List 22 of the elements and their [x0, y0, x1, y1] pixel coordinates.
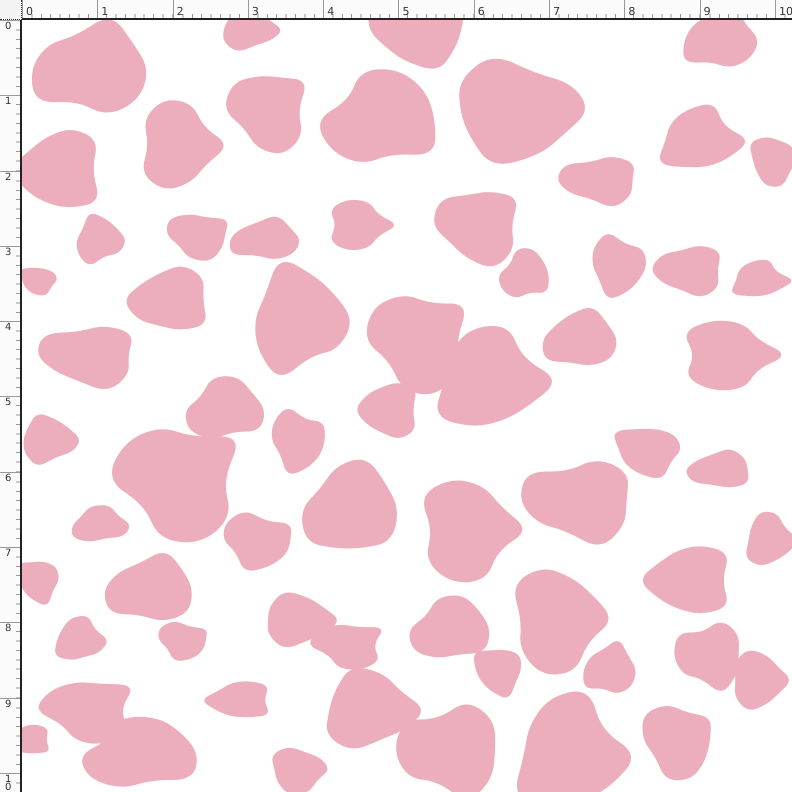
- ruler-label: 10: [4, 774, 12, 792]
- ruler-label: 10: [778, 5, 792, 18]
- ruler-label: 7: [4, 548, 12, 558]
- ruler-label: 5: [401, 5, 410, 18]
- ruler-label: 3: [250, 5, 259, 18]
- ruler-label: 1: [100, 5, 108, 18]
- ruler-label: 3: [4, 246, 12, 257]
- ruler-label: 9: [702, 5, 711, 18]
- ruler-label: 0: [25, 5, 33, 18]
- ruler-label: 7: [552, 5, 560, 18]
- ruler-label: 1: [4, 96, 12, 106]
- ruler-label: 4: [4, 322, 12, 332]
- ruler-label: 6: [4, 472, 12, 483]
- ruler-label: 0: [4, 21, 12, 31]
- ruler-label: 4: [326, 5, 334, 18]
- ruler-label: 2: [4, 172, 12, 182]
- ruler-label: 6: [476, 5, 485, 18]
- ruler-label: 5: [4, 397, 12, 408]
- ruler-label: 8: [627, 5, 636, 18]
- ruler-label: 2: [176, 5, 184, 18]
- ruler-label: 9: [4, 698, 12, 709]
- ruler-label: 8: [4, 623, 12, 634]
